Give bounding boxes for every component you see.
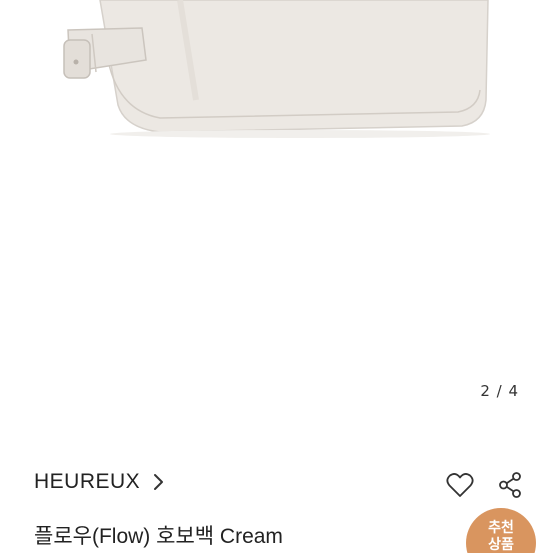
brand-name: HEUREUX	[34, 470, 141, 493]
badge-line-2: 상품	[488, 537, 514, 553]
like-button[interactable]	[445, 470, 475, 500]
recommended-products-badge[interactable]: 추천 상품	[466, 508, 536, 553]
chevron-right-icon	[154, 474, 164, 490]
badge-line-1: 추천	[488, 520, 514, 536]
product-image-carousel[interactable]	[0, 0, 553, 430]
bag-image	[63, 0, 490, 138]
share-icon	[499, 472, 521, 498]
heart-icon	[446, 473, 474, 497]
share-button[interactable]	[495, 470, 525, 500]
product-detail-page: 2 / 4 HEUREUX 플로우(Flow) 호보백 Cream 추천 상품	[0, 0, 553, 553]
product-title: 플로우(Flow) 호보백 Cream	[34, 525, 283, 548]
image-counter: 2 / 4	[480, 382, 519, 400]
brand-link[interactable]: HEUREUX	[34, 470, 166, 494]
